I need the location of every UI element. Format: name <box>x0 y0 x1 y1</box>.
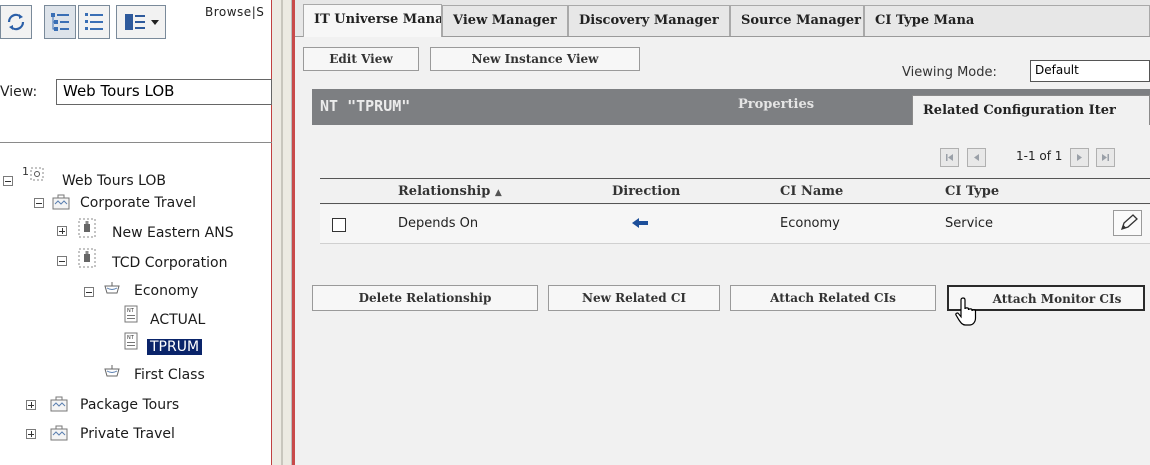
new-instance-view-button[interactable]: New Instance View <box>430 47 640 71</box>
business-unit-icon <box>50 396 68 412</box>
svg-text:NT: NT <box>127 335 135 341</box>
page-indicator: 1-1 of 1 <box>1016 149 1063 163</box>
edit-row-button[interactable] <box>1113 210 1142 236</box>
view-root-icon <box>30 167 44 181</box>
first-page-button[interactable] <box>940 148 959 167</box>
tree-node-tprum-selected[interactable]: TPRUM <box>147 339 203 355</box>
tree-node-web-tours-lob[interactable]: Web Tours LOB <box>62 170 166 192</box>
collapse-toggle[interactable] <box>57 256 67 266</box>
tab-it-universe-manager[interactable]: IT Universe Manager <box>303 4 442 37</box>
browse-link[interactable]: Browse|S <box>205 5 264 19</box>
tree-node-first-class[interactable]: First Class <box>134 364 205 386</box>
last-page-button[interactable] <box>1096 148 1115 167</box>
panel-splitter[interactable] <box>272 0 292 465</box>
expand-toggle[interactable] <box>26 400 36 410</box>
ci-title: NT "TPRUM" <box>320 97 411 115</box>
refresh-icon <box>7 13 25 31</box>
expand-toggle[interactable] <box>26 429 36 439</box>
business-unit-icon <box>50 425 68 441</box>
divider <box>0 142 272 143</box>
left-panel: Browse|S View: Web Tours LOB 1 Web Tours… <box>0 0 272 465</box>
attach-related-cis-button[interactable]: Attach Related CIs <box>730 285 936 311</box>
previous-page-icon <box>974 154 979 161</box>
tree-view-icon <box>51 13 69 31</box>
tree-node-corporate-travel[interactable]: Corporate Travel <box>80 192 196 214</box>
service-icon <box>104 365 120 377</box>
collapse-toggle[interactable] <box>84 287 94 297</box>
tree-view-button[interactable] <box>44 5 76 39</box>
nt-monitor-icon: NT <box>124 332 138 350</box>
cell-ci-type: Service <box>945 216 994 231</box>
first-page-icon <box>946 154 953 161</box>
new-related-ci-button[interactable]: New Related CI <box>548 285 720 311</box>
next-page-icon <box>1077 154 1082 161</box>
column-header-ci-name[interactable]: CI Name <box>780 184 843 199</box>
viewing-mode-select[interactable]: Default <box>1030 60 1150 82</box>
pencil-icon <box>1120 214 1138 231</box>
tab-ci-type-manager[interactable]: CI Type Mana <box>864 5 1150 36</box>
list-view-button[interactable] <box>78 5 110 39</box>
tab-view-manager[interactable]: View Manager <box>442 5 568 36</box>
tab-properties[interactable]: Properties <box>738 97 814 112</box>
viewing-mode-label: Viewing Mode: <box>902 65 997 80</box>
collapse-toggle[interactable] <box>34 198 44 208</box>
tree-node-private-travel[interactable]: Private Travel <box>80 423 175 445</box>
left-arrow-icon <box>632 218 648 228</box>
column-header-direction[interactable]: Direction <box>612 184 680 199</box>
tab-discovery-manager[interactable]: Discovery Manager <box>568 5 730 36</box>
tree-node-economy[interactable]: Economy <box>134 280 198 302</box>
column-header-relationship[interactable]: Relationship ▲ <box>398 184 502 199</box>
hand-cursor-icon <box>955 297 977 326</box>
delete-relationship-button[interactable]: Delete Relationship <box>312 285 538 311</box>
tab-related-configuration-items[interactable]: Related Configuration Iter <box>912 95 1150 125</box>
view-label: View: <box>0 84 38 100</box>
next-page-button[interactable] <box>1070 148 1089 167</box>
group-icon <box>78 248 96 268</box>
business-unit-icon <box>52 194 70 210</box>
expand-toggle[interactable] <box>57 226 67 236</box>
edit-view-button[interactable]: Edit View <box>303 47 419 71</box>
tree-node-package-tours[interactable]: Package Tours <box>80 394 179 416</box>
root-count-badge: 1 <box>22 165 29 178</box>
view-menu-button[interactable] <box>116 5 166 39</box>
tree-node-actual[interactable]: ACTUAL <box>150 309 205 331</box>
previous-page-button[interactable] <box>967 148 986 167</box>
nt-monitor-icon: NT <box>124 305 138 323</box>
tree-node-new-eastern-ans[interactable]: New Eastern ANS <box>112 222 234 244</box>
svg-text:NT: NT <box>127 308 135 314</box>
list-view-icon <box>85 13 103 30</box>
service-icon <box>104 282 120 294</box>
refresh-button[interactable] <box>0 5 32 39</box>
cell-ci-name: Economy <box>780 216 840 231</box>
last-page-icon <box>1102 154 1109 161</box>
view-selector[interactable]: Web Tours LOB <box>56 79 272 105</box>
row-checkbox[interactable] <box>332 218 346 232</box>
group-icon <box>78 218 96 238</box>
collapse-toggle[interactable] <box>3 176 13 186</box>
sort-ascending-icon: ▲ <box>494 188 502 198</box>
view-menu-icon <box>125 14 159 30</box>
tab-source-manager[interactable]: Source Manager <box>730 5 864 36</box>
tree-node-tcd-corporation[interactable]: TCD Corporation <box>112 252 227 274</box>
cell-relationship: Depends On <box>398 216 479 231</box>
column-header-ci-type[interactable]: CI Type <box>945 184 999 199</box>
